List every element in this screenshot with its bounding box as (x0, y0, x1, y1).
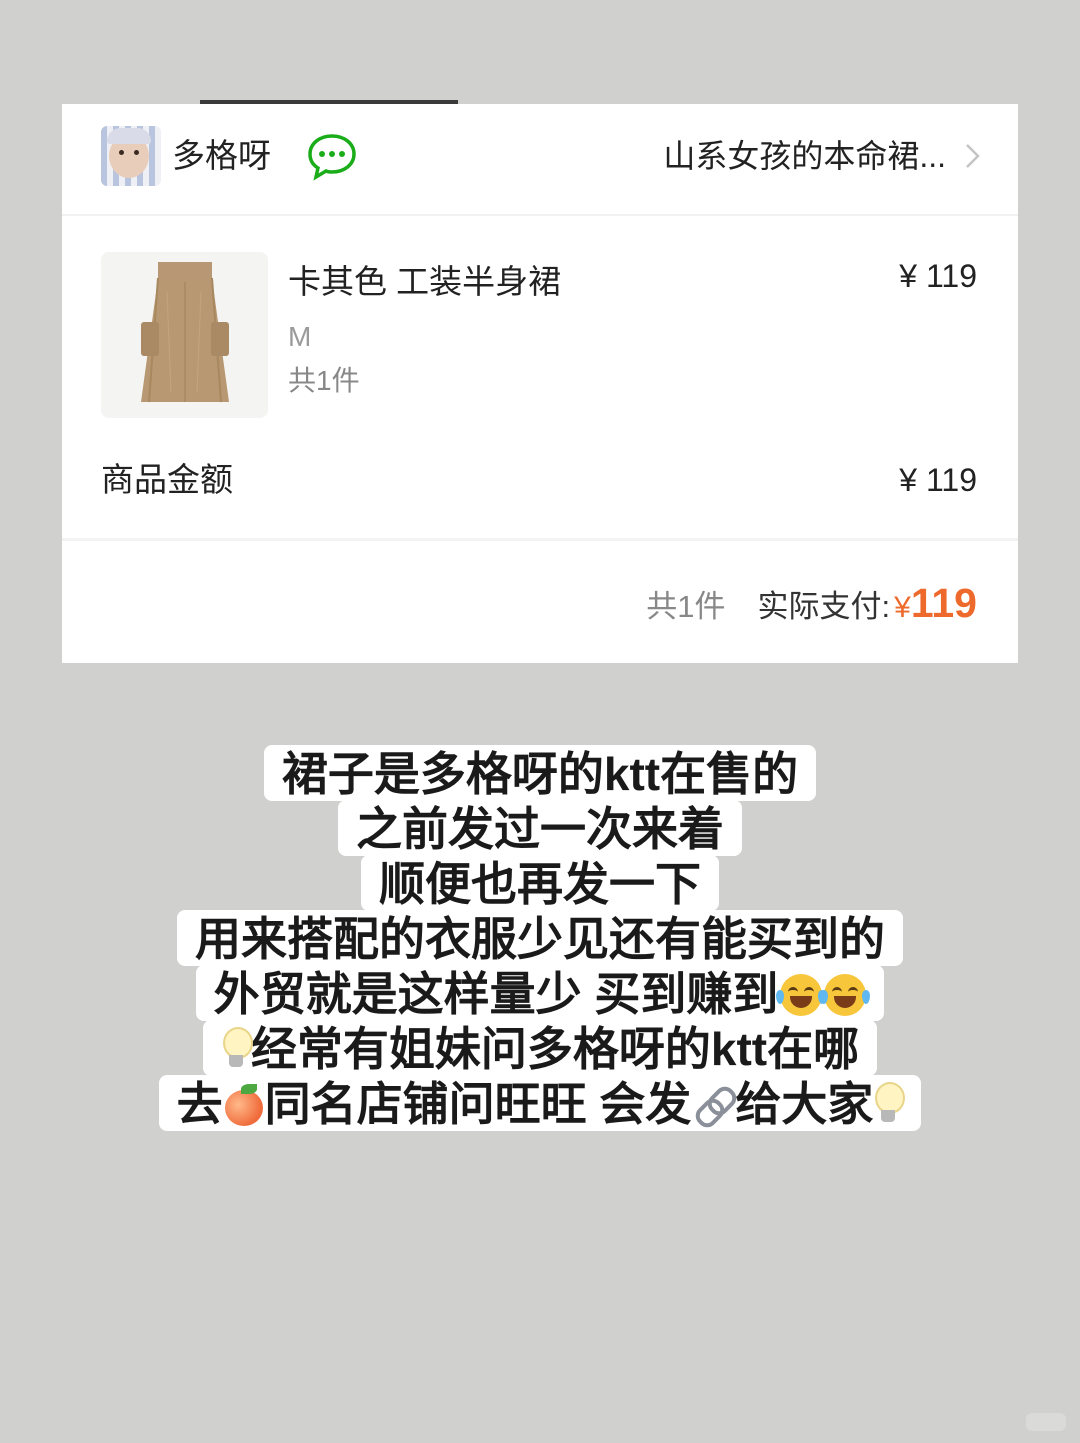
skirt-image (141, 262, 229, 403)
caption-line-5: 外贸就是这样量少 买到赚到 (195, 965, 885, 1021)
caption-line-7: 去同名店铺问旺旺 会发 给大家 (158, 1075, 922, 1132)
product-spec: M (288, 321, 312, 352)
caption-line-6-text: 经常有姐妹问多格呀的ktt在哪 (250, 1023, 860, 1075)
watermark (1026, 1413, 1066, 1431)
caption-line-1: 裙子是多格呀的ktt在售的 (263, 745, 817, 801)
caption-line-7a: 去 (176, 1078, 223, 1130)
peach-emoji (223, 1084, 265, 1126)
product-price: ¥ 119 (899, 258, 977, 294)
caption-line-3: 顺便也再发一下 (361, 855, 719, 911)
link-emoji (691, 1082, 741, 1132)
tears-of-joy-emoji (820, 974, 871, 1016)
chat-bubble-icon[interactable] (306, 132, 358, 182)
total-row: 共1件 实际支付: ¥ 119 (646, 580, 977, 630)
shop-header[interactable]: 多格呀 山系女孩的本命裙... (62, 104, 1018, 216)
shop-avatar[interactable] (101, 126, 161, 186)
light-bulb-emoji (873, 1082, 906, 1126)
caption-line-7b: 同名店铺问旺旺 会发 (264, 1078, 692, 1130)
caption-line-2: 之前发过一次来着 (338, 800, 742, 856)
product-quantity: 共1件 (288, 365, 360, 396)
total-count: 共1件 (646, 589, 726, 624)
paid-value: 119 (910, 580, 977, 626)
caption-line-7c: 给大家 (735, 1078, 874, 1130)
amount-label: 商品金额 (101, 461, 233, 498)
light-bulb-emoji (221, 1027, 253, 1071)
shop-name[interactable]: 多格呀 (172, 136, 271, 176)
caption-line-6: 经常有姐妹问多格呀的ktt在哪 (202, 1020, 878, 1076)
currency-sign: ¥ (894, 591, 911, 624)
product-thumbnail[interactable] (101, 252, 268, 418)
product-name[interactable]: 卡其色 工装半身裙 (288, 262, 561, 302)
amount-value: ¥ 119 (899, 462, 977, 498)
caption-line-4: 用来搭配的衣服少见还有能买到的 (177, 910, 903, 966)
tears-of-joy-emoji (776, 974, 827, 1016)
paid-label: 实际支付: (757, 589, 891, 624)
caption-text: 裙子是多格呀的ktt在售的 之前发过一次来着 顺便也再发一下 用来搭配的衣服少见… (0, 745, 1080, 1132)
promo-title[interactable]: 山系女孩的本命裙... (663, 136, 946, 176)
divider (62, 538, 1018, 541)
caption-line-5-text: 外贸就是这样量少 买到赚到 (213, 968, 779, 1020)
order-card: 多格呀 山系女孩的本命裙... 卡其色 工装半身裙 ¥ 119 M 共1件 商品… (62, 104, 1018, 663)
chevron-right-icon[interactable] (958, 142, 986, 170)
